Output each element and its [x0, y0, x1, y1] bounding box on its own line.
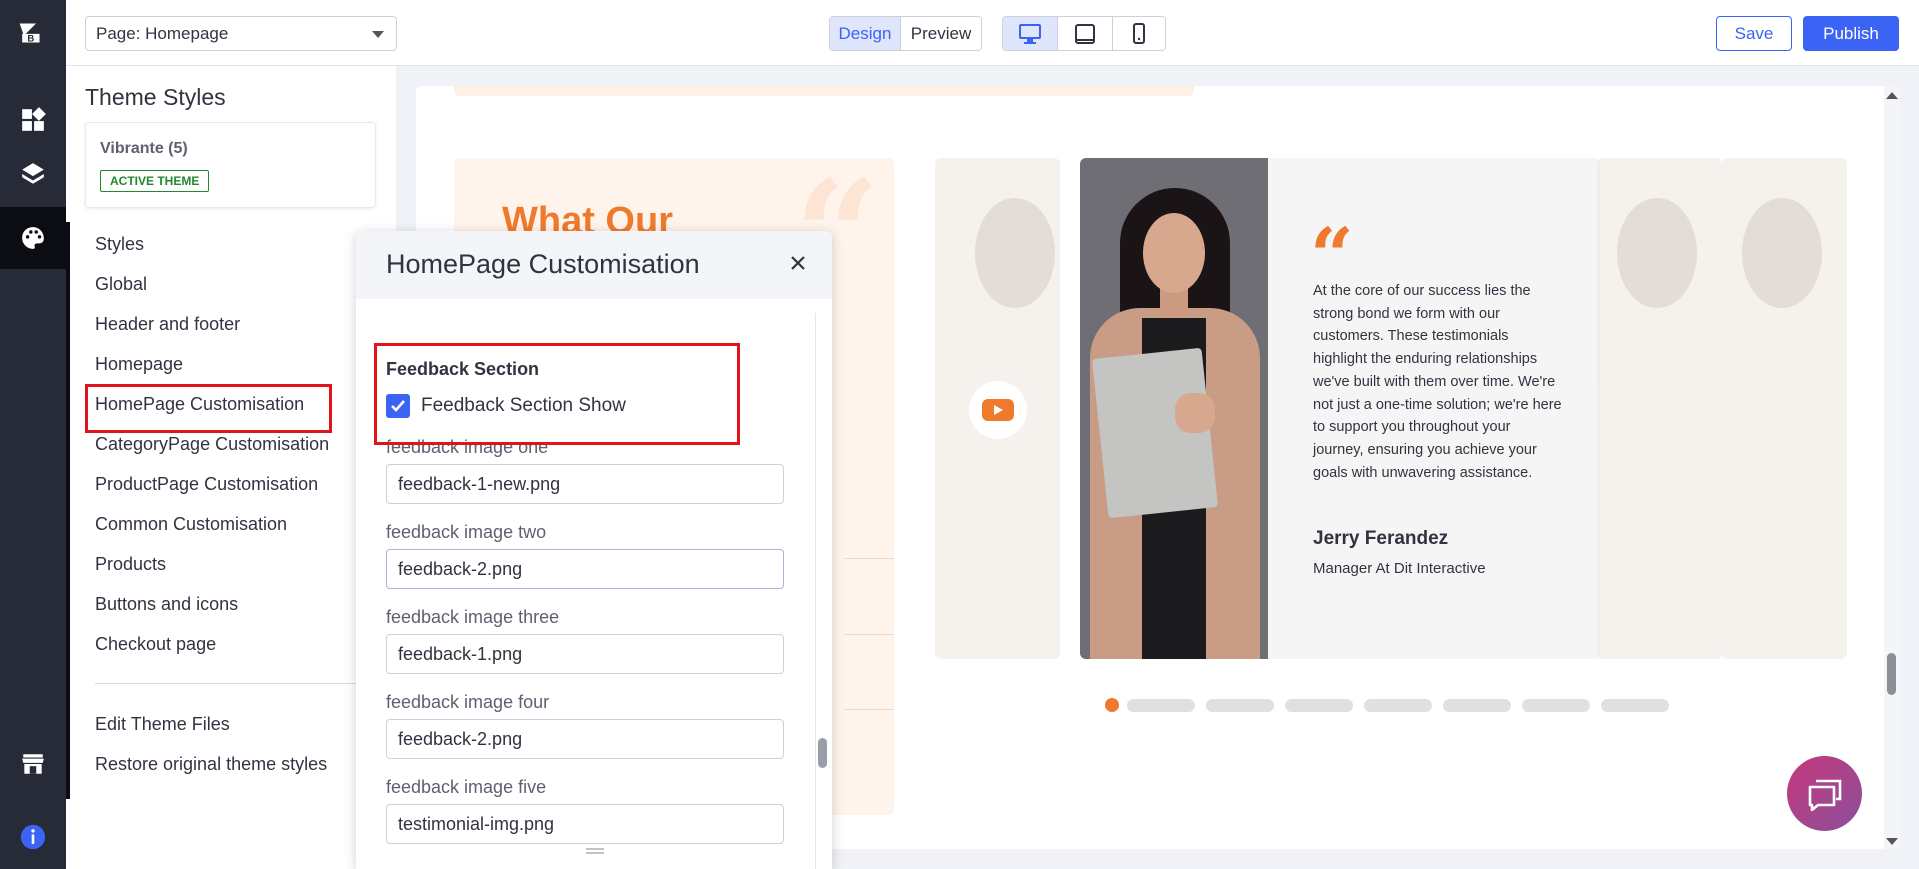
field-label: feedback image three — [386, 607, 560, 627]
nav-item-checkout-page[interactable]: Checkout page — [95, 634, 216, 655]
field-label: feedback image four — [386, 692, 550, 712]
tablet-icon[interactable] — [1058, 17, 1113, 50]
nav-item-common-customisation[interactable]: Common Customisation — [95, 514, 287, 535]
testimonial-text: At the core of our success lies the stro… — [1313, 283, 1562, 481]
theme-styles-panel: Theme Styles Vibrante (5) ACTIVE THEME S… — [66, 66, 396, 869]
field-label: feedback image two — [386, 522, 547, 542]
scroll-up-icon[interactable] — [1886, 92, 1898, 99]
view-mode-toggle: Design Preview — [829, 16, 982, 51]
carousel-dots — [1105, 698, 1669, 712]
feedback-image-one-input[interactable] — [386, 464, 784, 504]
homepage-customisation-modal: HomePage Customisation Feedback Section … — [356, 231, 832, 869]
nav-item-header-footer[interactable]: Header and footer — [95, 314, 240, 335]
desktop-icon[interactable] — [1003, 17, 1058, 50]
testimonial-person-photo — [1080, 158, 1268, 659]
nav-item-products[interactable]: Products — [95, 554, 166, 575]
chat-icon — [1808, 779, 1841, 811]
carousel-dot-active[interactable] — [1105, 698, 1119, 712]
nav-item-global[interactable]: Global — [95, 274, 147, 295]
close-icon[interactable] — [784, 249, 812, 277]
layers-icon[interactable] — [0, 143, 66, 205]
divider-line — [844, 634, 894, 635]
annotation-highlight-sidebar — [85, 384, 332, 433]
palette-icon[interactable] — [0, 207, 66, 269]
resize-grip-icon[interactable] — [586, 848, 604, 854]
panel-title: Theme Styles — [85, 84, 226, 110]
feedback-image-two-input[interactable] — [386, 549, 784, 589]
tab-design[interactable]: Design — [830, 17, 901, 50]
active-theme-badge: ACTIVE THEME — [100, 170, 210, 192]
feedback-image-three-input[interactable] — [386, 634, 784, 674]
page-select-value: Page: Homepage — [96, 24, 229, 43]
divider-line — [844, 558, 894, 559]
save-button[interactable]: Save — [1716, 16, 1792, 51]
person-image — [1617, 198, 1697, 308]
active-theme-card: Vibrante (5) ACTIVE THEME — [85, 122, 376, 208]
nav-item-buttons-icons[interactable]: Buttons and icons — [95, 594, 238, 615]
modal-scrollbar[interactable] — [815, 313, 816, 869]
nav-item-restore-theme-styles[interactable]: Restore original theme styles — [95, 754, 327, 775]
field-label: feedback image five — [386, 777, 547, 797]
person-image — [975, 198, 1055, 308]
left-rail: B — [0, 0, 66, 869]
section-strip — [454, 86, 1194, 96]
canvas-scrollbar[interactable] — [1884, 86, 1900, 849]
canvas-scrollbar-thumb[interactable] — [1887, 653, 1896, 695]
testimonial-author-role: Manager At Dit Interactive — [1313, 560, 1486, 577]
publish-button[interactable]: Publish — [1803, 16, 1899, 51]
carousel-slide-next-2[interactable] — [1722, 158, 1847, 659]
carousel-dot[interactable] — [1522, 698, 1590, 712]
top-bar: Page: Homepage Design Preview Save Publi… — [66, 0, 1919, 66]
nav-divider — [95, 683, 395, 684]
youtube-play-icon — [982, 399, 1014, 421]
video-play-button[interactable] — [969, 381, 1027, 439]
person-image — [1742, 198, 1822, 308]
divider-line — [844, 709, 894, 710]
modal-title: HomePage Customisation — [386, 249, 700, 279]
chat-button[interactable] — [1787, 756, 1862, 831]
nav-rail-line — [66, 222, 70, 729]
info-icon[interactable] — [0, 806, 66, 868]
chevron-down-icon — [372, 31, 384, 38]
carousel-dot[interactable] — [1127, 698, 1195, 712]
carousel-slide-active: “ At the core of our success lies the st… — [1080, 158, 1600, 659]
nav-item-styles[interactable]: Styles — [95, 234, 144, 255]
nav-item-homepage[interactable]: Homepage — [95, 354, 183, 375]
carousel-dot[interactable] — [1285, 698, 1353, 712]
tab-preview[interactable]: Preview — [901, 17, 981, 50]
annotation-highlight-feedback-section — [374, 343, 740, 445]
nav-item-edit-theme-files[interactable]: Edit Theme Files — [95, 714, 230, 735]
storefront-icon[interactable] — [0, 733, 66, 795]
carousel-slide-next[interactable] — [1597, 158, 1722, 659]
device-toggle — [1002, 16, 1166, 51]
feedback-image-five-input[interactable] — [386, 804, 784, 844]
modal-header: HomePage Customisation — [356, 231, 832, 299]
page-select[interactable]: Page: Homepage — [85, 16, 397, 51]
nav-rail-line-footer — [66, 703, 70, 799]
nav-item-productpage-customisation[interactable]: ProductPage Customisation — [95, 474, 318, 495]
theme-name: Vibrante (5) — [100, 140, 188, 157]
mobile-icon[interactable] — [1113, 17, 1165, 50]
carousel-dot[interactable] — [1601, 698, 1669, 712]
dashboard-icon[interactable] — [0, 89, 66, 151]
carousel-dot[interactable] — [1364, 698, 1432, 712]
carousel-dot[interactable] — [1206, 698, 1274, 712]
nav-item-categorypage-customisation[interactable]: CategoryPage Customisation — [95, 434, 329, 455]
feedback-image-four-input[interactable] — [386, 719, 784, 759]
scroll-down-icon[interactable] — [1886, 838, 1898, 845]
svg-text:B: B — [27, 34, 34, 45]
carousel-dot[interactable] — [1443, 698, 1511, 712]
modal-scrollbar-thumb[interactable] — [818, 738, 827, 768]
bigcommerce-logo-icon[interactable]: B — [17, 20, 47, 50]
testimonial-author-name: Jerry Ferandez — [1313, 528, 1449, 549]
